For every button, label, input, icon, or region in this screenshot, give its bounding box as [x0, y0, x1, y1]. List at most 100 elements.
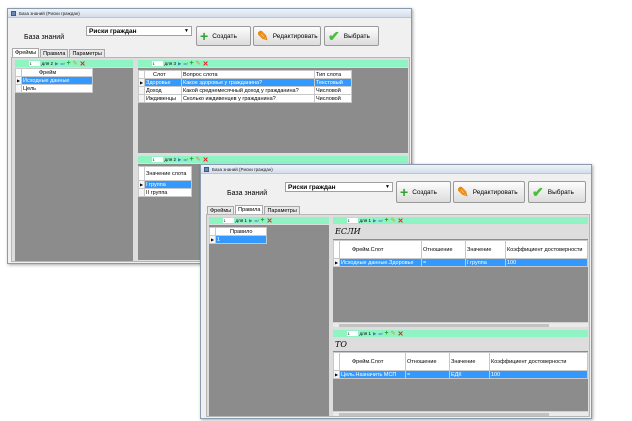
add-icon[interactable]: + [190, 156, 194, 163]
tab-params[interactable]: Параметры [69, 49, 105, 57]
first-icon[interactable]: ⏮ [140, 61, 144, 66]
next-icon[interactable]: ▶ [373, 331, 376, 337]
table-row[interactable]: Иждивенцы Сколько иждивенцев у гражданина… [138, 94, 352, 103]
prev-icon[interactable]: ◀ [146, 61, 149, 67]
last-icon[interactable]: ⏭ [378, 331, 382, 336]
select-button[interactable]: ✔ Выбрать [324, 26, 379, 46]
slots-navigator: ⏮ ◀ 1 для 3 ▶ ⏭ + ✎ ✕ [138, 60, 408, 67]
last-icon[interactable]: ⏭ [183, 157, 187, 162]
select-button-label: Выбрать [343, 32, 370, 40]
table-row[interactable]: ▶ Исходные данные [15, 76, 93, 85]
prev-icon[interactable]: ◀ [341, 331, 344, 337]
delete-icon[interactable]: ✕ [203, 60, 209, 68]
front-titlebar: База знаний (Риски граждан) [201, 165, 591, 174]
edit-button[interactable]: ✎ Редактировать [253, 26, 321, 46]
delete-icon[interactable]: ✕ [80, 60, 86, 68]
last-icon[interactable]: ⏭ [254, 218, 258, 223]
concl-page-input[interactable]: 1 [346, 331, 358, 336]
slots-table: Слот Вопрос слота Тип слота ▶ Здоровье Какое… [138, 70, 352, 103]
edit-icon[interactable]: ✎ [391, 217, 396, 224]
cond-page-count: для 1 [359, 218, 371, 223]
values-navigator: ⏮ ◀ 1 для 2 ▶ ⏭ + ✎ ✕ [138, 156, 408, 163]
table-row[interactable]: ▶ Исходные данные.Здоровье = I группа 100 [333, 258, 588, 267]
frames-page-count: для 2 [41, 61, 53, 66]
table-row[interactable]: ▶ Здоровье Какое здоровье у гражданина? Тек… [138, 78, 352, 87]
edit-icon[interactable]: ✎ [196, 60, 201, 67]
tab-frames[interactable]: Фреймы [12, 48, 40, 57]
create-button[interactable]: + Создать [196, 26, 251, 46]
frame-cell[interactable]: Цель [21, 84, 93, 93]
create-button[interactable]: + Создать [396, 181, 451, 203]
kb-combobox[interactable]: Риски граждан ▼ [86, 26, 192, 36]
cond-page-input[interactable]: 1 [346, 218, 358, 223]
edit-icon[interactable]: ✎ [391, 330, 396, 337]
conditions-scrollbar[interactable] [333, 322, 588, 327]
add-icon[interactable]: + [385, 330, 389, 337]
first-icon[interactable]: ⏮ [140, 157, 144, 162]
frame-cell[interactable]: Исходные данные [21, 76, 93, 85]
rules-header: Правило [215, 227, 267, 236]
front-tabs: Фреймы Правила Параметры [207, 205, 301, 214]
app-icon [204, 167, 209, 172]
prev-icon[interactable]: ◀ [23, 61, 26, 67]
table-row[interactable]: II группа [138, 188, 192, 197]
values-page-input[interactable]: 1 [151, 157, 163, 162]
conditions-navigator: ⏮ ◀ 1 для 1 ▶ ⏭ + ✎ ✕ [333, 217, 588, 224]
table-row[interactable]: ▶ I группа [138, 180, 192, 189]
delete-icon[interactable]: ✕ [267, 217, 273, 225]
rule-cell[interactable]: 1 [215, 235, 267, 244]
delete-icon[interactable]: ✕ [398, 330, 404, 338]
tab-rules[interactable]: Правила [235, 205, 264, 214]
rules-page-input[interactable]: 1 [222, 218, 234, 223]
add-icon[interactable]: + [385, 217, 389, 224]
table-row[interactable]: ▶ 1 [209, 235, 267, 244]
slots-page-input[interactable]: 1 [151, 61, 163, 66]
conclusions-scrollbar[interactable] [333, 411, 588, 416]
prev-icon[interactable]: ◀ [146, 157, 149, 163]
check-icon: ✔ [328, 28, 340, 44]
add-icon[interactable]: + [67, 60, 71, 67]
rules-grid [209, 225, 329, 416]
next-icon[interactable]: ▶ [178, 157, 181, 163]
frames-table: Фрейм ▶ Исходные данные Цель [15, 68, 93, 93]
edit-icon[interactable]: ✎ [73, 60, 78, 67]
next-icon[interactable]: ▶ [373, 218, 376, 224]
select-button[interactable]: ✔ Выбрать [528, 181, 586, 203]
last-icon[interactable]: ⏭ [60, 61, 64, 66]
rules-navigator: ⏮ ◀ 1 для 1 ▶ ⏭ + ✕ [209, 217, 329, 224]
if-label: ЕСЛИ [335, 227, 361, 236]
table-row[interactable]: Доход Какой среднемесячный доход у гражда… [138, 86, 352, 95]
first-icon[interactable]: ⏮ [211, 218, 215, 223]
front-tab-content: ⏮ ◀ 1 для 1 ▶ ⏭ + ✕ Правило ▶ 1 ⏮ ◀ 1 для 1 ▶… [206, 214, 590, 417]
edit-button[interactable]: ✎ Редактировать [453, 181, 525, 203]
delete-icon[interactable]: ✕ [203, 156, 209, 164]
front-window: База знаний (Риски граждан) База знаний … [200, 164, 592, 419]
tab-rules[interactable]: Правила [40, 49, 69, 57]
last-icon[interactable]: ⏭ [378, 218, 382, 223]
back-tabs: Фреймы Правила Параметры [12, 48, 106, 57]
tab-params[interactable]: Параметры [264, 206, 300, 214]
kb-combobox[interactable]: Риски граждан ▼ [285, 182, 393, 192]
first-icon[interactable]: ⏮ [335, 218, 339, 223]
first-icon[interactable]: ⏮ [335, 331, 339, 336]
table-row[interactable]: ▶ Цель.Назначить МСП = ЕДК 100 [333, 370, 588, 379]
prev-icon[interactable]: ◀ [341, 218, 344, 224]
last-icon[interactable]: ⏭ [183, 61, 187, 66]
frames-page-input[interactable]: 1 [28, 61, 40, 66]
delete-icon[interactable]: ✕ [398, 217, 404, 225]
edit-button-label: Редактировать [472, 188, 518, 196]
table-row[interactable]: Цель [15, 84, 93, 93]
scroll-thumb[interactable] [339, 413, 549, 416]
next-icon[interactable]: ▶ [178, 61, 181, 67]
tab-frames[interactable]: Фреймы [207, 206, 235, 214]
first-icon[interactable]: ⏮ [17, 61, 21, 66]
scroll-thumb[interactable] [339, 324, 549, 327]
add-icon[interactable]: + [190, 60, 194, 67]
add-icon[interactable]: + [261, 217, 265, 224]
back-titlebar: База знаний (Риски граждан) [8, 9, 411, 18]
prev-icon[interactable]: ◀ [217, 218, 220, 224]
select-button-label: Выбрать [547, 188, 574, 196]
edit-icon[interactable]: ✎ [196, 156, 201, 163]
next-icon[interactable]: ▶ [55, 61, 58, 67]
next-icon[interactable]: ▶ [249, 218, 252, 224]
